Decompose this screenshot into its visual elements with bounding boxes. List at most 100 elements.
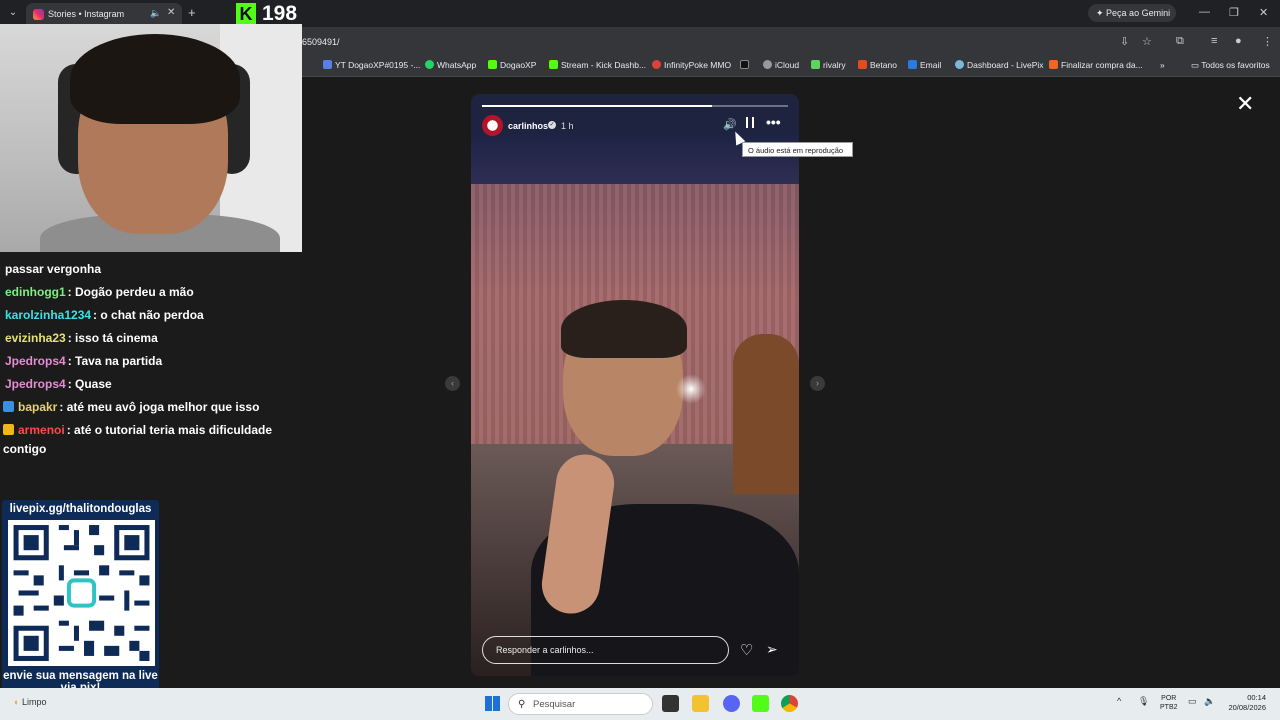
discord-icon[interactable] (723, 695, 740, 712)
story-username[interactable]: carlinhos (508, 121, 548, 131)
browser-tab-bar: ⌄ Stories • Instagram 🔈 ✕ + K 198 ✦ Peça… (0, 0, 1280, 27)
chat-text: : o chat não perdoa (93, 308, 204, 322)
chat-text: : Tava na partida (67, 354, 163, 368)
chat-text: : até meu avô joga melhor que isso (59, 400, 260, 414)
whatsapp-icon (425, 60, 434, 69)
install-app-icon[interactable]: ⇩ (1120, 35, 1129, 48)
person-hair (561, 300, 687, 358)
story-timestamp: 1 h (561, 121, 574, 131)
audio-playing-icon[interactable]: 🔈 (150, 8, 161, 19)
chat-username: edinhogg1 (5, 285, 66, 299)
chat-message: Jpedrops4: Quase (5, 375, 295, 394)
chat-username: karolzinha1234 (5, 308, 92, 322)
avatar[interactable] (482, 115, 503, 136)
bookmark-item[interactable]: Dashboard - LivePix (955, 60, 1044, 70)
bookmark-item[interactable]: rivalry (811, 60, 846, 70)
livepix-icon (955, 60, 964, 69)
bookmark-item[interactable]: YT DogaoXP#0195 -... (323, 60, 420, 70)
bookmark-item[interactable]: InfinityPoke MMO (652, 60, 731, 70)
browser-menu-icon[interactable]: ⋮ (1262, 35, 1273, 48)
chat-message: karolzinha1234: o chat não perdoa (5, 306, 295, 325)
stream-chat: passar vergonha edinhogg1: Dogão perdeu … (0, 252, 302, 492)
url-text[interactable]: 6509491/ (302, 37, 340, 47)
kick-app-icon[interactable] (752, 695, 769, 712)
more-options-icon[interactable]: ••• (766, 114, 781, 130)
tab-search-chevron-icon[interactable]: ⌄ (4, 5, 22, 21)
bookmark-item[interactable]: iCloud (763, 60, 799, 70)
extensions-icon[interactable]: ⧉ (1176, 35, 1184, 48)
search-icon: ⚲ (518, 699, 526, 710)
kick-icon (488, 60, 497, 69)
kick-icon (549, 60, 558, 69)
qr-code-image (8, 520, 155, 666)
webcam-overlay (0, 24, 302, 252)
chat-message: armenoi: até o tutorial teria mais dific… (3, 421, 293, 459)
viewer-count: 198 (262, 2, 298, 25)
bookmark-item[interactable]: Finalizar compra da... (1049, 60, 1143, 70)
file-explorer-icon[interactable] (692, 695, 709, 712)
kick-viewer-counter: K 198 (236, 2, 300, 26)
chat-partial-line: passar vergonha (5, 262, 102, 276)
livepix-qr-panel: livepix.gg/thalitondouglas envie sua men… (2, 500, 159, 702)
send-icon[interactable]: ➢ (766, 641, 778, 658)
chat-badge-icon (3, 401, 14, 412)
chat-username: bapakr (18, 400, 58, 414)
microphone-icon[interactable]: 🎙 (1138, 696, 1149, 707)
light-flash (676, 374, 706, 404)
crown-badge-icon (3, 424, 14, 435)
chat-username: Jpedrops4 (5, 354, 66, 368)
gemini-icon: ✦ (1096, 8, 1107, 18)
tab-title: Stories • Instagram (48, 9, 125, 19)
all-favorites-folder[interactable]: ▭ Todos os favoritos (1191, 60, 1270, 71)
bookmark-item[interactable]: DogaoXP (488, 60, 536, 70)
next-story-icon[interactable]: › (810, 376, 825, 391)
close-tab-icon[interactable]: ✕ (167, 7, 175, 18)
kick-logo-icon: K (236, 3, 256, 25)
reply-input[interactable]: Responder a carlinhos... (482, 636, 729, 664)
story-progress-bar (482, 105, 788, 107)
new-tab-button[interactable]: + (188, 5, 196, 20)
close-window-icon[interactable]: ✕ (1259, 6, 1268, 19)
show-hidden-icons-icon[interactable]: ^ (1117, 696, 1121, 706)
profile-avatar-icon[interactable]: ● (1235, 35, 1242, 47)
story-card[interactable]: carlinhos ✓ 1 h 🔊 ••• (471, 94, 799, 676)
chrome-icon[interactable] (781, 695, 798, 712)
maximize-icon[interactable]: ❐ (1229, 6, 1239, 19)
bookmark-item[interactable]: Stream - Kick Dashb... (549, 60, 646, 70)
bookmark-item[interactable] (740, 60, 752, 70)
webcam-hair (70, 34, 240, 124)
chat-message: edinhogg1: Dogão perdeu a mão (5, 283, 295, 302)
previous-story-icon[interactable]: ‹ (445, 376, 460, 391)
bookmark-item[interactable]: WhatsApp (425, 60, 476, 70)
pause-icon[interactable] (746, 117, 754, 128)
chat-text: : isso tá cinema (67, 331, 158, 345)
weather-moon-icon: ◐ (14, 697, 22, 707)
gemini-label: Peça ao Gemini (1106, 8, 1171, 18)
input-language[interactable]: POR PTB2 (1160, 694, 1178, 712)
system-clock[interactable]: 00:14 20/08/2026 (1222, 693, 1266, 713)
windows-start-icon[interactable] (485, 696, 500, 711)
instagram-icon (33, 9, 44, 20)
chat-username: evizinha23 (5, 331, 66, 345)
chat-message: evizinha23: isso tá cinema (5, 329, 295, 348)
bookmark-item[interactable]: Betano (858, 60, 897, 70)
media-control-icon[interactable]: ≡ (1211, 35, 1217, 47)
close-story-icon[interactable]: ✕ (1236, 93, 1254, 115)
x-icon (740, 60, 749, 69)
background-person (733, 334, 799, 494)
weather-widget[interactable]: ◐ Limpo (14, 697, 46, 707)
chat-message: Jpedrops4: Tava na partida (5, 352, 295, 371)
ask-gemini-button[interactable]: ✦ Peça ao Gemini (1088, 4, 1176, 22)
sound-on-icon[interactable]: 🔊 (723, 118, 737, 131)
story-header: carlinhos ✓ 1 h 🔊 ••• (471, 112, 799, 140)
volume-icon[interactable]: 🔈 (1204, 696, 1215, 707)
taskbar-search[interactable]: ⚲ Pesquisar (508, 693, 653, 715)
like-heart-icon[interactable]: ♡ (740, 641, 753, 659)
more-bookmarks-icon[interactable]: » (1160, 60, 1165, 70)
bookmark-star-icon[interactable]: ☆ (1142, 35, 1152, 48)
windows-taskbar: ◐ Limpo ⚲ Pesquisar ^ 🎙 POR PTB2 ▭ 🔈 00:1… (0, 688, 1280, 720)
bookmark-item[interactable]: Email (908, 60, 941, 70)
minimize-icon[interactable]: — (1199, 6, 1210, 18)
network-icon[interactable]: ▭ (1188, 696, 1197, 707)
task-view-icon[interactable] (662, 695, 679, 712)
